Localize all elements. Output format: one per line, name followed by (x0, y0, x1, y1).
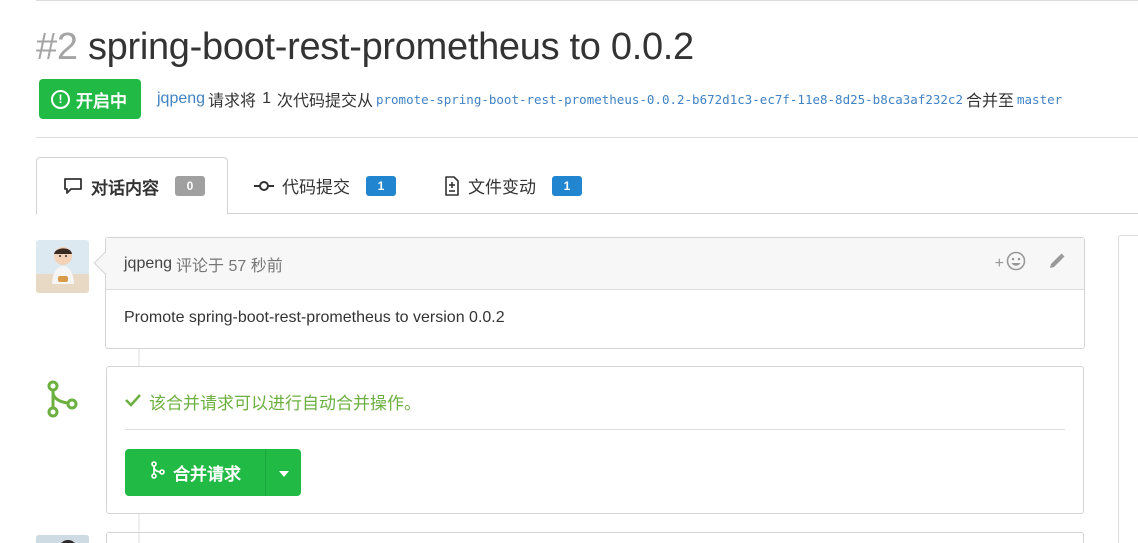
merge-button-label: 合并请求 (173, 465, 241, 484)
merge-options-dropdown[interactable] (265, 449, 301, 496)
merge-divider (125, 429, 1065, 430)
merge-button-group: 合并请求 (125, 449, 301, 496)
header-divider (36, 137, 1138, 138)
tab-conversation[interactable]: 对话内容 0 (36, 157, 228, 215)
comment-meta: 评论于 57 秒前 (176, 257, 283, 275)
avatar[interactable] (36, 535, 89, 543)
add-reaction-label: + (994, 254, 1004, 272)
status-label: 开启中 (76, 91, 127, 111)
pr-meta: ! 开启中 jqpeng 请求将 1 次代码提交从 promote-spring… (39, 79, 1062, 119)
edit-pencil-icon[interactable] (1048, 252, 1066, 275)
tab-commits[interactable]: 代码提交 1 (254, 157, 396, 214)
merge-branch-icon (151, 461, 165, 484)
comment-author[interactable]: jqpeng (124, 255, 172, 273)
commit-count: 1 (262, 90, 271, 107)
top-divider (36, 0, 1138, 2)
tab-files-changed[interactable]: 文件变动 1 (444, 157, 582, 214)
tab-label: 对话内容 (91, 178, 159, 198)
caret-down-icon (278, 464, 289, 482)
merge-branch-icon (46, 380, 78, 423)
sidebar-panel (1118, 235, 1138, 543)
tab-count-badge: 1 (552, 175, 582, 196)
check-icon (125, 392, 141, 412)
smiley-icon (1006, 251, 1026, 276)
comment-actions: + (995, 251, 1066, 276)
comment-body: Promote spring-boot-rest-prometheus to v… (124, 309, 505, 326)
source-branch-link[interactable]: promote-spring-boot-rest-prometheus-0.0.… (376, 92, 963, 107)
pr-title-text: spring-boot-rest-prometheus to 0.0.2 (87, 26, 694, 68)
file-diff-icon (444, 175, 460, 196)
comment-card: jqpeng 评论于 57 秒前 + Promote spring-boot-r… (93, 237, 1085, 349)
commits-from-text: 次代码提交从 (276, 93, 373, 110)
pr-number: #2 (36, 26, 78, 68)
tab-count-badge: 0 (175, 176, 205, 196)
comment-icon (63, 177, 83, 195)
merge-status-text: 该合并请求可以进行自动合并操作。 (149, 394, 421, 413)
merge-status-message: 该合并请求可以进行自动合并操作。 (125, 389, 421, 414)
tab-label: 代码提交 (282, 178, 350, 197)
target-branch-link[interactable]: master (1017, 92, 1062, 107)
page-title: #2 spring-boot-rest-prometheus to 0.0.2 (36, 26, 694, 69)
tab-bar: 对话内容 0 代码提交 1 文件变动 1 (36, 157, 1138, 215)
status-badge: ! 开启中 (39, 79, 141, 119)
avatar[interactable] (36, 240, 89, 293)
alert-circle-icon: ! (51, 89, 70, 109)
tab-count-badge: 1 (366, 175, 396, 196)
comment-header: jqpeng 评论于 57 秒前 + (93, 238, 1084, 290)
next-timeline-card (106, 532, 1084, 543)
merge-button[interactable]: 合并请求 (125, 449, 265, 496)
add-reaction-button[interactable]: + (995, 251, 1026, 276)
tab-label: 文件变动 (468, 178, 536, 197)
request-text: 请求将 (208, 93, 257, 110)
author-link[interactable]: jqpeng (157, 90, 205, 108)
merge-panel: 该合并请求可以进行自动合并操作。 合并请求 (106, 366, 1084, 514)
comment-pointer (93, 251, 117, 275)
merge-into-text: 合并至 (965, 93, 1014, 110)
commit-icon (254, 179, 274, 193)
